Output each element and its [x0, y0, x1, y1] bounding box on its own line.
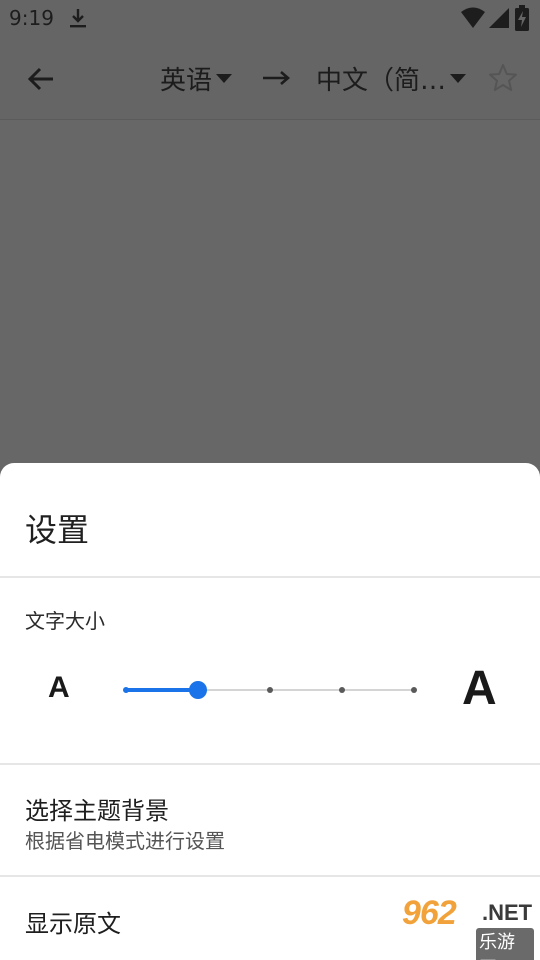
watermark-suffix: .NET — [482, 900, 533, 925]
status-time: 9:19 — [9, 6, 54, 30]
divider — [0, 875, 540, 877]
arrow-back-icon[interactable] — [24, 62, 58, 96]
slider-tick — [123, 687, 129, 693]
dropdown-caret-icon — [450, 73, 467, 83]
sheet-title: 设置 — [25, 511, 90, 549]
source-language-selector[interactable]: 英语 — [160, 60, 233, 96]
status-bar: 9:19 — [0, 0, 540, 36]
watermark-main: 962 — [402, 894, 457, 932]
divider — [0, 576, 540, 578]
download-icon — [70, 9, 86, 28]
target-language-selector[interactable]: 中文（简… — [316, 60, 467, 96]
arrow-right-icon — [263, 71, 290, 85]
show-original-title: 显示原文 — [25, 910, 121, 938]
wifi-icon — [461, 7, 485, 28]
star-outline-icon[interactable] — [487, 62, 519, 94]
divider — [0, 763, 540, 765]
settings-bottom-sheet: 设置 文字大小 A A 选择主题背景 根据省电模式进行设置 显示原文 — [0, 463, 540, 960]
large-text-size-icon[interactable]: A — [462, 661, 497, 716]
theme-setting-subtitle: 根据省电模式进行设置 — [25, 829, 225, 853]
app-toolbar: 英语 中文（简… — [0, 36, 540, 120]
slider-fill — [126, 688, 198, 692]
text-size-slider[interactable] — [123, 679, 417, 701]
dropdown-caret-icon — [216, 73, 233, 83]
watermark-logo: 962 .NET 乐游网 — [402, 892, 534, 960]
source-language-label: 英语 — [160, 65, 213, 96]
target-language-label: 中文（简… — [316, 65, 447, 96]
small-text-size-icon[interactable]: A — [48, 671, 70, 705]
slider-thumb[interactable] — [189, 681, 207, 699]
battery-charging-icon — [515, 5, 529, 31]
signal-icon — [489, 8, 509, 28]
slider-tick — [267, 687, 273, 693]
slider-tick — [339, 687, 345, 693]
watermark-subtitle: 乐游网 — [476, 928, 534, 960]
slider-tick — [411, 687, 417, 693]
theme-setting-title: 选择主题背景 — [25, 797, 169, 825]
text-size-label: 文字大小 — [25, 609, 105, 633]
